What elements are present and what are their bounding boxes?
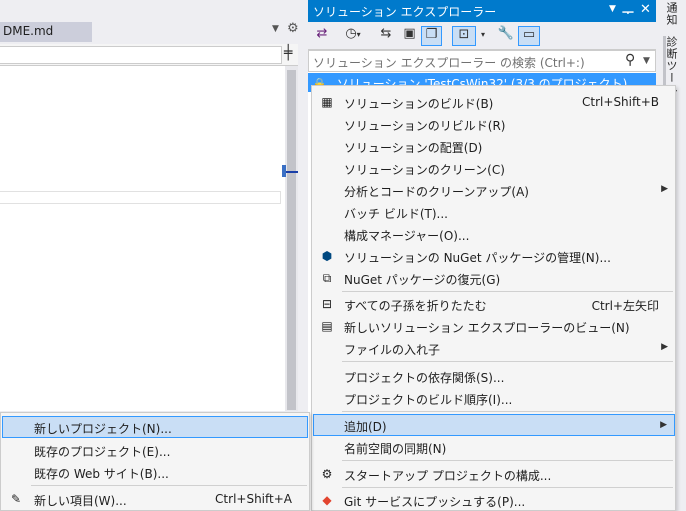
add-submenu: 新しいプロジェクト(N)... 既存のプロジェクト(E)... 既存の Web … xyxy=(0,412,310,511)
split-view-icon[interactable]: ╪ xyxy=(284,45,292,61)
menu-item-label: 既存のプロジェクト(E)... xyxy=(34,445,171,459)
package-restore-icon: ⧉ xyxy=(322,271,332,285)
editor-scrollbar-thumb[interactable] xyxy=(287,70,296,410)
menu-separator xyxy=(342,361,673,362)
menu-item-manage-nuget[interactable]: ⬢ ソリューションの NuGet パッケージの管理(N)... xyxy=(313,245,675,267)
menu-item-file-nesting[interactable]: ファイルの入れ子 ▶ xyxy=(313,337,675,359)
menu-item-label: ソリューションのクリーン(C) xyxy=(344,163,505,177)
vs-switch-view-icon[interactable]: ⇄ xyxy=(312,26,332,46)
menu-item-clean-solution[interactable]: ソリューションのクリーン(C) xyxy=(313,157,675,179)
solution-explorer-title: ソリューション エクスプローラー xyxy=(313,5,497,19)
menu-item-collapse-descendants[interactable]: ⊟ すべての子孫を折りたたむ Ctrl+左矢印 xyxy=(313,293,675,315)
menu-item-label: ソリューションのビルド(B) xyxy=(344,97,494,111)
menu-item-add[interactable]: 追加(D) ▶ xyxy=(313,414,675,436)
menu-separator xyxy=(342,411,673,412)
window-position-dropdown-icon[interactable]: ▼ xyxy=(609,4,616,14)
sync-icon[interactable]: ⇆ xyxy=(377,26,395,46)
menu-separator xyxy=(342,291,673,292)
submenu-item-existing-website[interactable]: 既存の Web サイト(B)... xyxy=(2,461,308,483)
properties-wrench-icon[interactable]: 🔧 xyxy=(496,26,516,46)
submenu-item-new-project[interactable]: 新しいプロジェクト(N)... xyxy=(2,416,308,438)
menu-item-build-order[interactable]: プロジェクトのビルド順序(I)... xyxy=(313,387,675,409)
search-options-dropdown-icon[interactable]: ▼ xyxy=(643,56,650,66)
menu-item-label: NuGet パッケージの復元(G) xyxy=(344,273,501,287)
menu-item-restore-nuget[interactable]: ⧉ NuGet パッケージの復元(G) xyxy=(313,267,675,289)
submenu-item-existing-project[interactable]: 既存のプロジェクト(E)... xyxy=(2,439,308,461)
menu-separator xyxy=(31,485,307,486)
new-view-icon: ▤ xyxy=(321,319,333,333)
menu-item-label: バッチ ビルド(T)... xyxy=(344,207,448,221)
menu-separator xyxy=(342,460,673,461)
menu-item-label: 新しいソリューション エクスプローラーのビュー(N) xyxy=(344,321,630,335)
tab-settings-gear-icon[interactable]: ⚙ xyxy=(287,21,299,36)
menu-item-deploy-solution[interactable]: ソリューションの配置(D) xyxy=(313,135,675,157)
menu-item-analyze-cleanup[interactable]: 分析とコードのクリーンアップ(A) ▶ xyxy=(313,179,675,201)
menu-item-label: 追加(D) xyxy=(344,420,387,434)
history-icon[interactable]: ◷▾ xyxy=(341,26,365,46)
pending-changes-icon[interactable]: ▭ xyxy=(518,26,540,46)
tab-list-dropdown-icon[interactable]: ▼ xyxy=(272,24,279,34)
solution-context-menu: ▦ ソリューションのビルド(B) Ctrl+Shift+B ソリューションのリビ… xyxy=(311,85,676,511)
editor-tab-readme[interactable]: DME.md xyxy=(0,22,92,42)
menu-item-shortcut: Ctrl+Shift+A xyxy=(215,492,292,506)
menu-item-label: ソリューションの NuGet パッケージの管理(N)... xyxy=(344,251,611,265)
submenu-arrow-icon: ▶ xyxy=(660,420,667,430)
nuget-icon: ⬢ xyxy=(321,249,333,263)
menu-item-label: 名前空間の同期(N) xyxy=(344,442,447,456)
menu-item-project-dependencies[interactable]: プロジェクトの依存関係(S)... xyxy=(313,365,675,387)
menu-item-batch-build[interactable]: バッチ ビルド(T)... xyxy=(313,201,675,223)
submenu-arrow-icon: ▶ xyxy=(661,342,668,352)
menu-item-label: Git サービスにプッシュする(P)... xyxy=(344,495,526,509)
menu-item-label: 新しい項目(W)... xyxy=(34,494,127,508)
menu-item-label: 既存の Web サイト(B)... xyxy=(34,467,169,481)
menu-item-shortcut: Ctrl+Shift+B xyxy=(582,95,659,109)
solution-explorer-search-input[interactable]: ソリューション エクスプローラー の検索 (Ctrl+:) xyxy=(308,50,656,72)
side-tab-notifications[interactable]: 通知 xyxy=(663,2,679,28)
menu-item-build-solution[interactable]: ▦ ソリューションのビルド(B) Ctrl+Shift+B xyxy=(313,91,675,113)
collapse-all-icon[interactable]: ▣ xyxy=(400,26,419,46)
menu-item-label: 分析とコードのクリーンアップ(A) xyxy=(344,185,529,199)
menu-item-startup-projects[interactable]: ⚙ スタートアップ プロジェクトの構成... xyxy=(313,463,675,485)
menu-item-label: 新しいプロジェクト(N)... xyxy=(34,422,172,436)
preview-selected-icon[interactable]: ⊡ xyxy=(452,26,476,46)
submenu-arrow-icon: ▶ xyxy=(661,184,668,194)
search-placeholder: ソリューション エクスプローラー の検索 (Ctrl+:) xyxy=(313,56,585,70)
search-icon[interactable]: ⚲ xyxy=(625,52,635,68)
menu-item-label: ソリューションのリビルド(R) xyxy=(344,119,506,133)
menu-item-shortcut: Ctrl+左矢印 xyxy=(591,299,659,313)
build-icon: ▦ xyxy=(321,95,333,109)
show-all-files-icon[interactable]: ❐ xyxy=(421,26,442,46)
menu-item-label: ファイルの入れ子 xyxy=(344,343,441,357)
editor-navigation-combo[interactable] xyxy=(0,46,282,64)
menu-item-rebuild-solution[interactable]: ソリューションのリビルド(R) xyxy=(313,113,675,135)
menu-item-push-git[interactable]: ◆ Git サービスにプッシュする(P)... xyxy=(313,489,675,511)
preview-dropdown-icon[interactable]: ▾ xyxy=(478,26,488,46)
menu-item-label: スタートアップ プロジェクトの構成... xyxy=(344,469,552,483)
gear-icon: ⚙ xyxy=(321,467,333,481)
solution-explorer-titlebar: ソリューション エクスプローラー xyxy=(308,0,656,22)
editor-tab-label: DME.md xyxy=(3,24,54,38)
new-item-icon: ✎ xyxy=(10,492,22,506)
menu-item-label: 構成マネージャー(O)... xyxy=(344,229,470,243)
menu-item-new-explorer-view[interactable]: ▤ 新しいソリューション エクスプローラーのビュー(N) xyxy=(313,315,675,337)
editor-content-area[interactable] xyxy=(0,66,285,411)
menu-item-label: プロジェクトの依存関係(S)... xyxy=(344,371,505,385)
menu-item-sync-namespaces[interactable]: 名前空間の同期(N) xyxy=(313,436,675,458)
editor-line-field[interactable] xyxy=(0,191,281,204)
git-icon: ◆ xyxy=(322,493,332,507)
collapse-icon: ⊟ xyxy=(321,297,333,311)
pin-icon[interactable]: ᅮ xyxy=(622,2,634,21)
menu-item-label: プロジェクトのビルド順序(I)... xyxy=(344,393,513,407)
menu-item-configuration-manager[interactable]: 構成マネージャー(O)... xyxy=(313,223,675,245)
submenu-item-new-item[interactable]: ✎ 新しい項目(W)... Ctrl+Shift+A xyxy=(2,488,308,510)
menu-item-label: ソリューションの配置(D) xyxy=(344,141,483,155)
close-icon[interactable]: ✕ xyxy=(640,2,651,17)
menu-separator xyxy=(342,487,673,488)
menu-item-label: すべての子孫を折りたたむ xyxy=(344,299,487,313)
